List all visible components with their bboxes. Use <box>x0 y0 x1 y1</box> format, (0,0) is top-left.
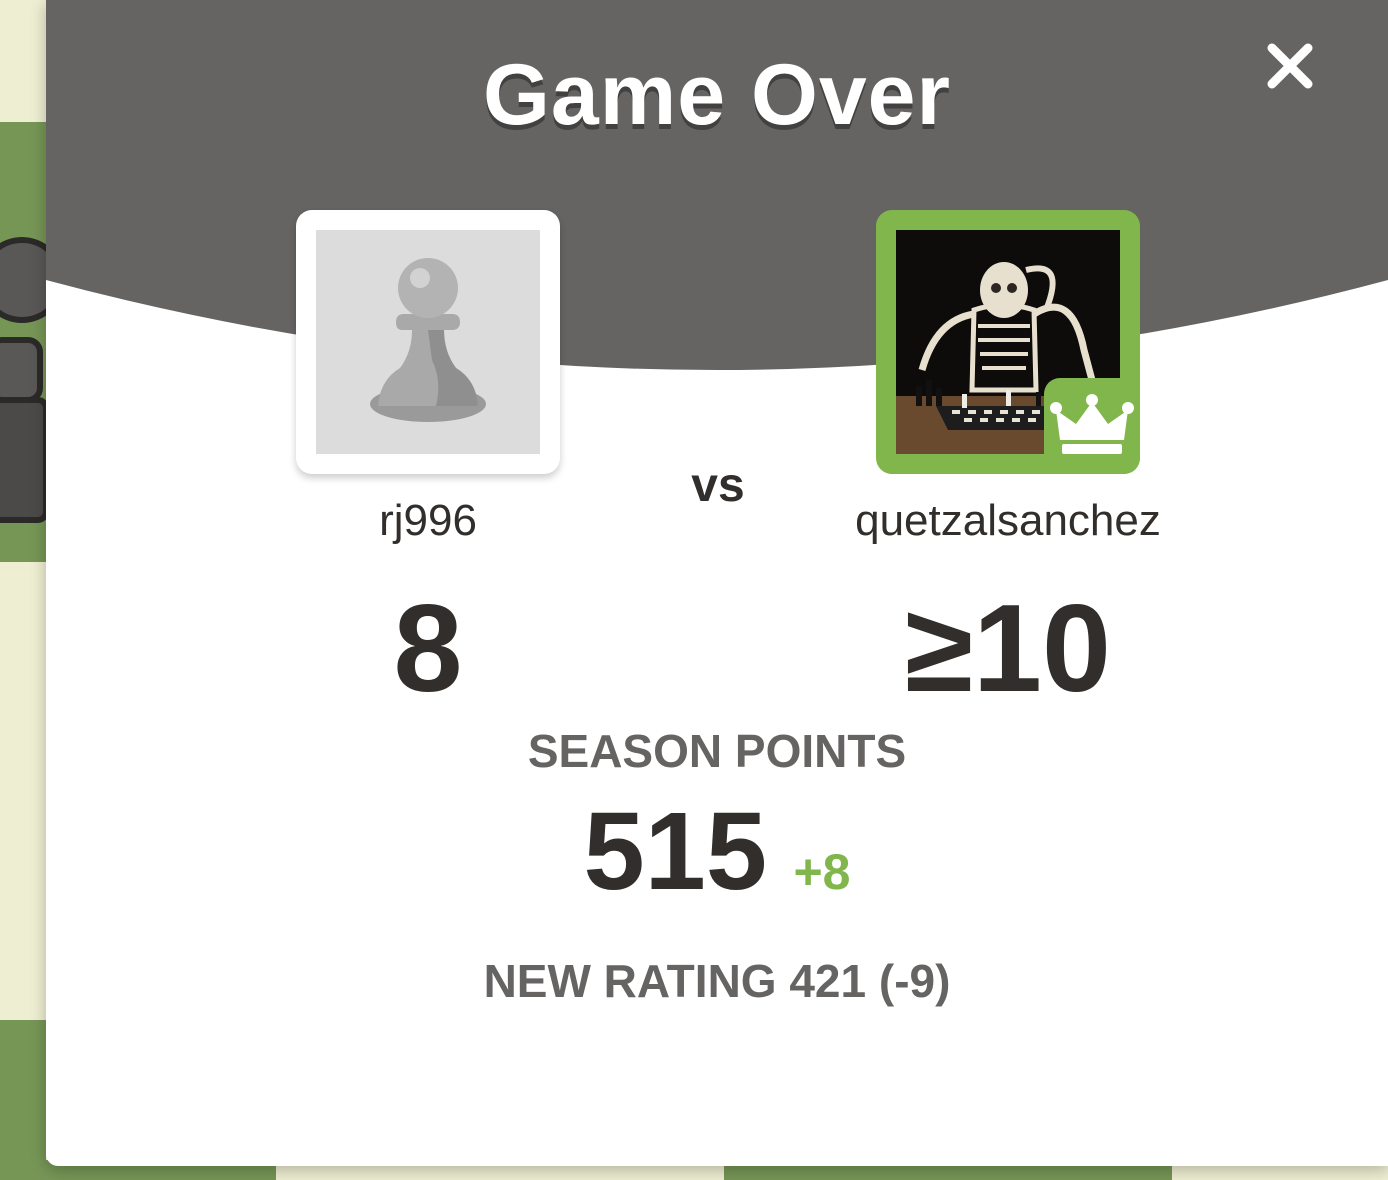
player-score-right: ≥10 <box>905 580 1111 718</box>
player-avatar-left[interactable] <box>296 210 560 474</box>
new-rating-text: NEW RATING 421 (-9) <box>483 955 951 1007</box>
player-score-left: 8 <box>393 580 463 718</box>
versus-label: vs <box>691 459 745 512</box>
board-square <box>0 0 46 122</box>
season-points-label: SEASON POINTS <box>527 725 907 777</box>
season-points-value: 515 <box>583 790 768 913</box>
winner-badge <box>1044 378 1140 474</box>
board-square <box>0 1020 46 1180</box>
close-button[interactable] <box>1262 38 1318 94</box>
game-over-modal: Game Over rj996 vs quetzalsanchez 8 ≥10 … <box>46 0 1388 1166</box>
season-points-delta: +8 <box>793 844 851 900</box>
pawn-icon <box>370 258 486 422</box>
crown-icon <box>1050 394 1134 454</box>
board-square <box>0 562 46 1022</box>
modal-title: Game Over <box>483 47 951 143</box>
season-points-row: 515 +8 <box>46 788 1388 915</box>
close-icon <box>1267 43 1313 89</box>
player-username-left[interactable]: rj996 <box>178 496 678 546</box>
chess-piece-icon <box>0 237 46 523</box>
player-username-right[interactable]: quetzalsanchez <box>758 496 1258 546</box>
